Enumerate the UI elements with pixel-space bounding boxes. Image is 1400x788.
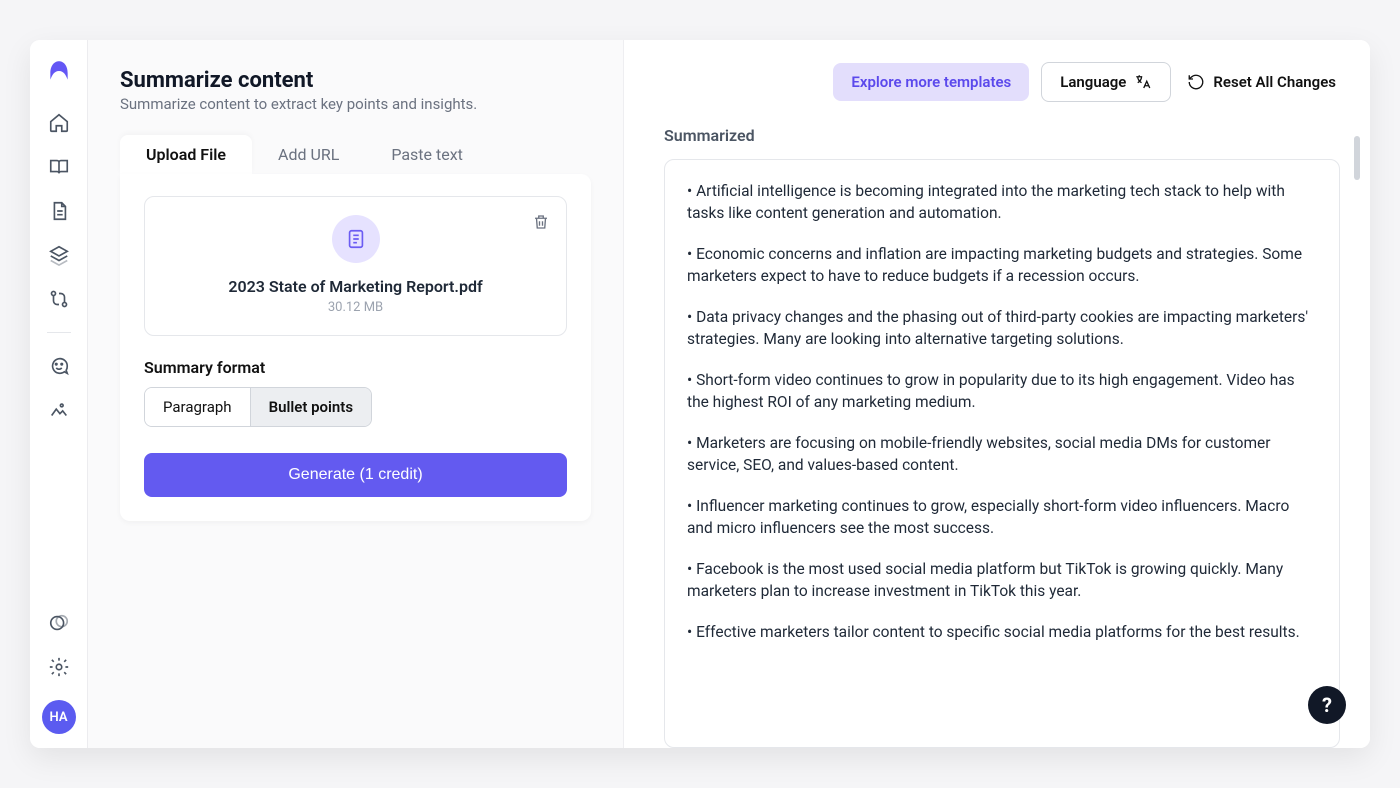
- format-option-paragraph[interactable]: Paragraph: [145, 388, 250, 426]
- app-window: HA Summarize content Summarize content t…: [30, 40, 1370, 748]
- sidebar-divider: [47, 332, 71, 333]
- trash-icon: [532, 213, 550, 231]
- input-tabs: Upload File Add URL Paste text: [120, 135, 591, 174]
- layers-icon[interactable]: [48, 244, 70, 266]
- git-compare-icon[interactable]: [48, 288, 70, 310]
- main-content: Summarize content Summarize content to e…: [88, 40, 1370, 748]
- sidebar: HA: [30, 40, 88, 748]
- format-option-bullets[interactable]: Bullet points: [250, 388, 371, 426]
- page-subtitle: Summarize content to extract key points …: [120, 95, 591, 113]
- input-card: 2023 State of Marketing Report.pdf 30.12…: [120, 174, 591, 521]
- explore-templates-button[interactable]: Explore more templates: [833, 63, 1029, 101]
- generate-button[interactable]: Generate (1 credit): [144, 453, 567, 497]
- scrollbar-thumb[interactable]: [1354, 136, 1360, 180]
- summary-bullet: • Short-form video continues to grow in …: [687, 369, 1317, 414]
- page-title: Summarize content: [120, 68, 591, 93]
- summary-format-label: Summary format: [144, 358, 567, 377]
- summary-bullet: • Marketers are focusing on mobile-frien…: [687, 432, 1317, 477]
- circle-icon[interactable]: [48, 612, 70, 634]
- result-title: Summarized: [664, 126, 1340, 145]
- delete-file-button[interactable]: [530, 211, 552, 233]
- summary-bullet: • Facebook is the most used social media…: [687, 558, 1317, 603]
- chat-smile-icon[interactable]: [48, 355, 70, 377]
- reset-icon: [1187, 73, 1205, 91]
- uploaded-file-card: 2023 State of Marketing Report.pdf 30.12…: [144, 196, 567, 336]
- tab-add-url[interactable]: Add URL: [252, 135, 365, 174]
- summary-bullet: • Effective marketers tailor content to …: [687, 621, 1317, 643]
- summary-format-toggle: Paragraph Bullet points: [144, 387, 372, 427]
- result-section: Summarized • Artificial intelligence is …: [658, 126, 1340, 748]
- file-type-icon: [332, 215, 380, 263]
- summary-bullet: • Influencer marketing continues to grow…: [687, 495, 1317, 540]
- reset-button-label: Reset All Changes: [1213, 73, 1336, 91]
- summary-bullet: • Artificial intelligence is becoming in…: [687, 180, 1317, 225]
- image-icon[interactable]: [48, 399, 70, 421]
- tab-upload-file[interactable]: Upload File: [120, 135, 252, 174]
- home-icon[interactable]: [48, 112, 70, 134]
- help-button[interactable]: ?: [1308, 686, 1346, 724]
- document-icon[interactable]: [48, 200, 70, 222]
- reset-changes-button[interactable]: Reset All Changes: [1183, 67, 1340, 97]
- app-logo-icon[interactable]: [46, 58, 72, 84]
- translate-icon: [1134, 73, 1152, 91]
- file-size: 30.12 MB: [328, 300, 383, 315]
- summary-output[interactable]: • Artificial intelligence is becoming in…: [664, 159, 1340, 748]
- tab-paste-text[interactable]: Paste text: [365, 135, 489, 174]
- output-header: Explore more templates Language Reset Al…: [658, 62, 1340, 102]
- summary-bullet: • Data privacy changes and the phasing o…: [687, 306, 1317, 351]
- summary-bullet: • Economic concerns and inflation are im…: [687, 243, 1317, 288]
- book-icon[interactable]: [48, 156, 70, 178]
- language-button-label: Language: [1060, 73, 1126, 91]
- output-panel: Explore more templates Language Reset Al…: [624, 40, 1370, 748]
- input-panel: Summarize content Summarize content to e…: [88, 40, 624, 748]
- file-name: 2023 State of Marketing Report.pdf: [228, 277, 482, 296]
- user-avatar[interactable]: HA: [42, 700, 76, 734]
- settings-gear-icon[interactable]: [48, 656, 70, 678]
- language-button[interactable]: Language: [1041, 62, 1171, 102]
